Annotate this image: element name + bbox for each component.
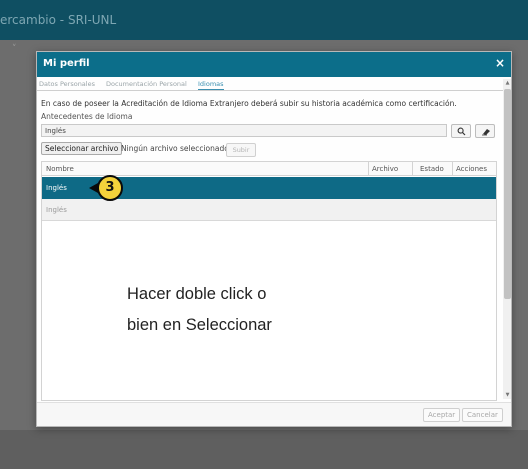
column-archivo: Archivo [372,165,399,173]
accept-button[interactable]: Aceptar [423,408,461,422]
instruction-line: Hacer doble click o [127,285,267,303]
search-icon [457,127,466,136]
tab-idiomas[interactable]: Idiomas [198,80,224,90]
field-label: Antecedentes de Idioma [41,112,133,121]
cancel-button[interactable]: Cancelar [462,408,503,422]
modal-scrollbar[interactable]: ▲ ▼ [503,79,511,399]
scroll-down-icon[interactable]: ▼ [503,391,511,399]
tab-documentacion-personal[interactable]: Documentación Personal [106,80,187,88]
modal-header: Mi perfil × [37,52,511,77]
app-bottom-band [0,430,528,469]
scroll-up-icon[interactable]: ▲ [503,79,511,87]
table-row[interactable]: Inglés [42,199,496,221]
tab-bar: Datos Personales Documentación Personal … [37,79,503,91]
step-badge: 3 [97,175,123,201]
column-divider [368,162,369,176]
table-header: Nombre Archivo Estado Acciones [42,162,496,176]
app-title: ercambio - SRI-UNL [0,13,117,27]
scroll-thumb[interactable] [504,89,511,299]
clear-button[interactable] [475,124,495,138]
language-input[interactable] [41,124,447,137]
row-name: Inglés [46,206,67,214]
search-button[interactable] [451,124,471,138]
column-nombre: Nombre [46,165,74,173]
eraser-icon [482,129,490,136]
file-status: Ningún archivo seleccionado [121,144,229,153]
modal-title: Mi perfil [43,58,90,69]
column-estado: Estado [420,165,444,173]
tab-datos-personales[interactable]: Datos Personales [39,80,95,88]
app-top-bar: ercambio - SRI-UNL [0,0,528,40]
upload-button[interactable]: Subir [226,143,256,157]
modal-footer: Aceptar Cancelar [37,402,511,426]
row-name: Inglés [46,184,67,192]
info-text: En caso de poseer la Acreditación de Idi… [41,99,457,108]
column-acciones: Acciones [456,165,487,173]
select-file-button[interactable]: Seleccionar archivo [41,142,123,155]
column-divider [452,162,453,176]
instruction-text: Hacer doble click o bien en Seleccionar [127,279,272,341]
chevron-down-icon: ˅ [12,44,17,54]
instruction-line: bien en Seleccionar [127,316,272,334]
column-divider [412,162,413,176]
close-icon[interactable]: × [495,56,505,70]
profile-modal: Mi perfil × Datos Personales Documentaci… [36,51,512,427]
